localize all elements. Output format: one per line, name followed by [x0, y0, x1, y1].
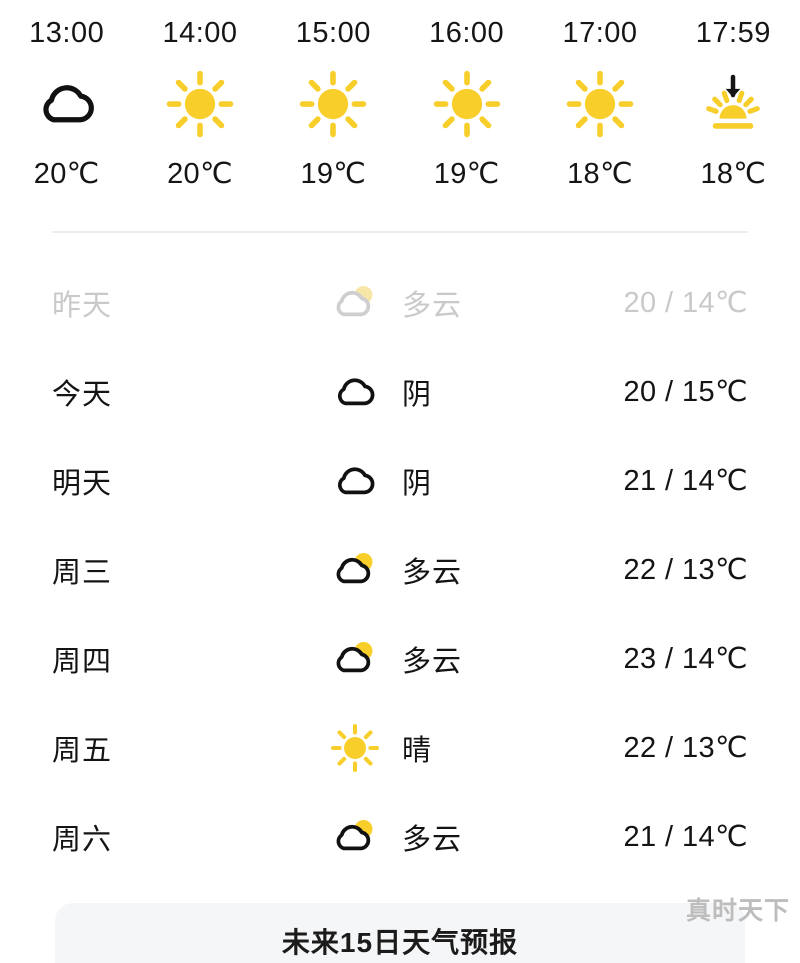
fifteen-day-forecast-title: 未来15日天气预报 [281, 927, 519, 958]
cloud-overcast-icon [31, 68, 103, 140]
hourly-time-label: 13:00 [29, 18, 105, 48]
sunset-icon [697, 68, 769, 140]
daily-day-label: 昨天 [52, 289, 113, 322]
daily-forecast-row[interactable]: 明天 阴 21 / 14℃ [0, 436, 800, 525]
hourly-column[interactable]: 15:00 19℃ [267, 18, 400, 191]
daily-temperature-range: 20 / 14℃ [623, 287, 748, 319]
hourly-time-label: 15:00 [295, 18, 371, 48]
cloud-overcast-icon [326, 455, 384, 507]
daily-forecast-list[interactable]: 昨天 多云 20 / 14℃ 今天阴 20 / 15℃ 明天阴 21 / 14℃ 周三 多云 22… [0, 258, 800, 881]
daily-condition-group: 晴 [326, 722, 432, 774]
daily-condition-group: 多云 [326, 633, 462, 685]
daily-condition-text: 晴 [402, 734, 433, 767]
daily-forecast-row[interactable]: 周四 多云 23 / 14℃ [0, 614, 800, 703]
daily-condition-text: 阴 [402, 467, 433, 500]
hourly-temperature: 20℃ [167, 158, 233, 190]
cloud-partly-sunny-icon [326, 277, 384, 329]
daily-day-label: 周四 [52, 645, 113, 678]
daily-forecast-row[interactable]: 周三 多云 22 / 13℃ [0, 525, 800, 614]
watermark: 真时天下 [685, 897, 790, 925]
hourly-column[interactable]: 16:00 19℃ [400, 18, 533, 191]
hourly-column[interactable]: 13:00 20℃ [0, 18, 133, 191]
daily-day-label: 周五 [52, 734, 113, 767]
sun-icon [326, 722, 384, 774]
cloud-partly-sunny-icon [326, 544, 384, 596]
daily-temperature-range: 20 / 15℃ [623, 376, 748, 408]
hourly-time-label: 16:00 [429, 18, 505, 48]
daily-day-label: 周三 [52, 556, 113, 589]
daily-day-label: 周六 [52, 823, 113, 856]
section-divider [52, 231, 748, 233]
daily-forecast-row[interactable]: 今天 阴 20 / 15℃ [0, 347, 800, 436]
daily-temperature-range: 22 / 13℃ [623, 732, 748, 764]
daily-condition-text: 多云 [402, 823, 463, 856]
hourly-temperature: 18℃ [567, 158, 633, 190]
daily-condition-text: 多云 [402, 556, 463, 589]
hourly-time-label: 17:00 [562, 18, 638, 48]
daily-temperature-range: 21 / 14℃ [623, 821, 748, 853]
daily-condition-group: 多云 [326, 544, 462, 596]
sun-icon [564, 68, 636, 140]
daily-condition-text: 多云 [402, 645, 463, 678]
daily-condition-text: 阴 [402, 378, 433, 411]
daily-day-label: 今天 [52, 378, 113, 411]
hourly-temperature: 20℃ [33, 158, 100, 190]
daily-condition-group: 阴 [326, 455, 432, 507]
daily-condition-group: 多云 [326, 811, 462, 863]
cloud-overcast-icon [326, 366, 384, 418]
hourly-forecast-strip[interactable]: 13:00 20℃ 14:00 20℃ 15:00 19℃ 16:00 19℃ 17:00 18℃… [0, 0, 800, 191]
daily-temperature-range: 23 / 14℃ [623, 643, 748, 675]
daily-temperature-range: 21 / 14℃ [623, 465, 748, 497]
cloud-partly-sunny-icon [326, 633, 384, 685]
daily-forecast-row[interactable]: 昨天 多云 20 / 14℃ [0, 258, 800, 347]
hourly-time-label: 14:00 [162, 18, 238, 48]
fifteen-day-forecast-card[interactable]: 未来15日天气预报 [55, 903, 745, 963]
hourly-temperature: 19℃ [300, 158, 367, 190]
sun-icon [297, 68, 369, 140]
hourly-temperature: 19℃ [433, 158, 500, 190]
daily-temperature-range: 22 / 13℃ [623, 554, 748, 586]
daily-condition-text: 多云 [402, 289, 463, 322]
daily-forecast-row[interactable]: 周六 多云 21 / 14℃ [0, 792, 800, 881]
sun-icon [164, 68, 236, 140]
hourly-column[interactable]: 17:00 18℃ [533, 18, 666, 191]
daily-condition-group: 阴 [326, 366, 432, 418]
hourly-temperature: 18℃ [700, 158, 767, 190]
hourly-time-label: 17:59 [695, 18, 771, 48]
cloud-partly-sunny-icon [326, 811, 384, 863]
sun-icon [431, 68, 503, 140]
hourly-column[interactable]: 17:59 18℃ [667, 18, 800, 191]
daily-condition-group: 多云 [326, 277, 462, 329]
daily-forecast-row[interactable]: 周五 晴 22 / 13℃ [0, 703, 800, 792]
daily-day-label: 明天 [52, 467, 113, 500]
hourly-column[interactable]: 14:00 20℃ [133, 18, 266, 191]
